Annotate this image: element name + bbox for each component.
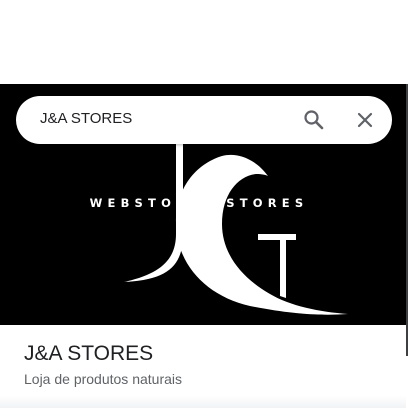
place-title: J&A STORES [24,342,154,365]
close-icon[interactable] [353,108,377,132]
place-category: Loja de produtos naturais [24,371,182,387]
logo-wordmark: WEBSTORES.STORES [89,196,309,210]
logo-letter-g-bar [258,234,296,298]
map-blank-area [0,0,408,84]
logo-letter-j [124,144,183,282]
search-icon[interactable] [302,108,326,132]
search-box[interactable]: J&A STORES [16,96,392,144]
panel-bottom [0,396,406,408]
search-input[interactable]: J&A STORES [40,110,132,127]
